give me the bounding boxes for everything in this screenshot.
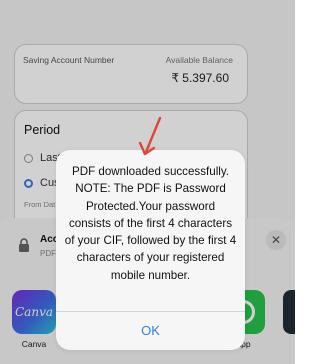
- download-alert: PDF downloaded successfully. NOTE: The P…: [56, 150, 245, 350]
- alert-ok-button[interactable]: OK: [56, 312, 245, 350]
- alert-message: PDF downloaded successfully. NOTE: The P…: [64, 165, 237, 282]
